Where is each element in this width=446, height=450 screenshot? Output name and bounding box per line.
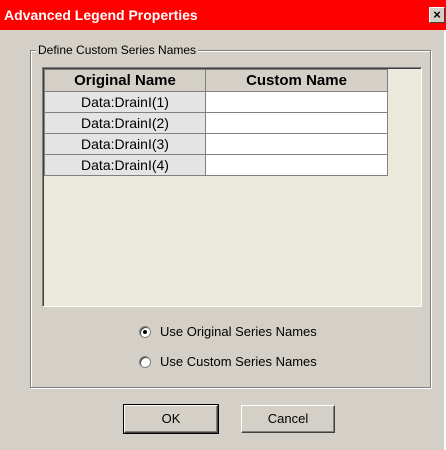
column-header-original-name[interactable]: Original Name bbox=[44, 69, 206, 92]
original-name-cell[interactable]: Data:DrainI(3) bbox=[44, 133, 206, 155]
ok-button[interactable]: OK bbox=[123, 404, 219, 434]
use-original-names-option[interactable]: Use Original Series Names bbox=[139, 323, 317, 341]
original-name-cell[interactable]: Data:DrainI(4) bbox=[44, 154, 206, 176]
table-row: Data:DrainI(3) bbox=[44, 133, 388, 155]
custom-name-cell[interactable] bbox=[205, 133, 388, 155]
original-name-cell[interactable]: Data:DrainI(1) bbox=[44, 91, 206, 113]
advanced-legend-properties-dialog: Advanced Legend Properties × Define Cust… bbox=[0, 0, 446, 450]
cancel-button[interactable]: Cancel bbox=[241, 405, 335, 433]
use-original-names-label[interactable]: Use Original Series Names bbox=[160, 324, 317, 339]
custom-name-cell[interactable] bbox=[205, 154, 388, 176]
group-label: Define Custom Series Names bbox=[36, 43, 199, 57]
series-names-grid[interactable]: Original Name Custom Name Data:DrainI(1)… bbox=[42, 67, 422, 307]
table-row: Data:DrainI(2) bbox=[44, 112, 388, 134]
use-custom-names-option[interactable]: Use Custom Series Names bbox=[139, 353, 317, 371]
close-icon: × bbox=[433, 7, 441, 22]
custom-name-cell[interactable] bbox=[205, 91, 388, 113]
dialog-title: Advanced Legend Properties bbox=[4, 7, 198, 23]
table-row: Data:DrainI(4) bbox=[44, 154, 388, 176]
close-button[interactable]: × bbox=[429, 7, 445, 23]
table-row: Data:DrainI(1) bbox=[44, 91, 388, 113]
custom-name-cell[interactable] bbox=[205, 112, 388, 134]
original-name-cell[interactable]: Data:DrainI(2) bbox=[44, 112, 206, 134]
use-custom-names-label[interactable]: Use Custom Series Names bbox=[160, 354, 317, 369]
use-custom-names-radio[interactable] bbox=[139, 355, 151, 368]
title-bar[interactable]: Advanced Legend Properties × bbox=[0, 0, 446, 30]
series-names-table: Original Name Custom Name Data:DrainI(1)… bbox=[44, 69, 388, 176]
column-header-custom-name[interactable]: Custom Name bbox=[205, 69, 388, 92]
use-original-names-radio[interactable] bbox=[139, 325, 151, 338]
